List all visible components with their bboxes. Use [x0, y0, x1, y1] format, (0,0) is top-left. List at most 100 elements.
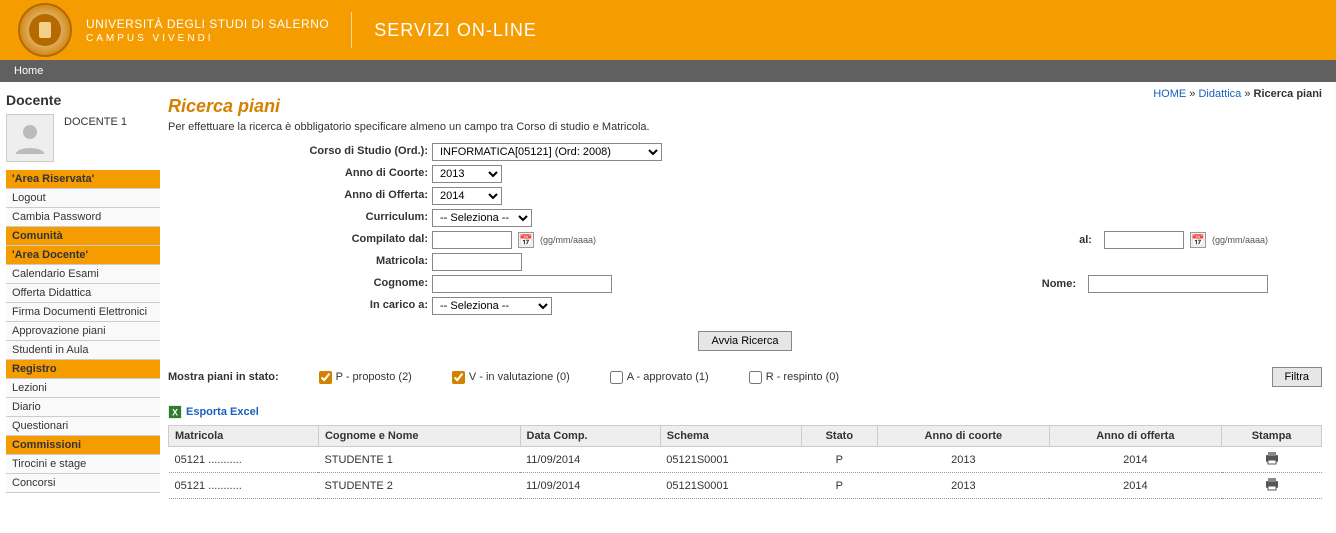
sidebar-item[interactable]: Offerta Didattica — [6, 284, 160, 303]
sidebar-item[interactable]: Calendario Esami — [6, 265, 160, 284]
cell-cognome: STUDENTE 1 — [318, 447, 520, 473]
search-form: Corso di Studio (Ord.): INFORMATICA[0512… — [168, 143, 1268, 315]
sidebar-item[interactable]: Approvazione piani — [6, 322, 160, 341]
breadcrumb-home[interactable]: HOME — [1153, 88, 1186, 100]
sidebar-user-name: DOCENTE 1 — [64, 116, 127, 128]
cell-matricola: 05121 ........... — [169, 447, 319, 473]
cell-matricola: 05121 ........... — [169, 473, 319, 499]
sidebar-section-header: 'Area Riservata' — [6, 170, 160, 189]
sidebar-item[interactable]: Lezioni — [6, 379, 160, 398]
cell-coorte: 2013 — [878, 447, 1049, 473]
checkbox-respinto[interactable] — [749, 371, 762, 384]
page-description: Per effettuare la ricerca è obbligatorio… — [168, 121, 1322, 133]
label-matricola: Matricola: — [168, 253, 428, 271]
sidebar-item[interactable]: Questionari — [6, 417, 160, 436]
th-data: Data Comp. — [520, 426, 660, 447]
sidebar-item[interactable]: Studenti in Aula — [6, 341, 160, 360]
in-carico-select[interactable]: -- Seleziona -- — [432, 297, 552, 315]
calendar-icon[interactable]: 📅 — [518, 232, 534, 248]
avvia-ricerca-button[interactable]: Avvia Ricerca — [698, 331, 791, 351]
breadcrumb-didattica[interactable]: Didattica — [1198, 88, 1241, 100]
th-offerta: Anno di offerta — [1049, 426, 1222, 447]
filter-valutazione[interactable]: V - in valutazione (0) — [452, 371, 570, 384]
matricola-input[interactable] — [432, 253, 522, 271]
curriculum-select[interactable]: -- Seleziona -- — [432, 209, 532, 227]
sidebar-item[interactable]: Diario — [6, 398, 160, 417]
label-cognome: Cognome: — [168, 275, 428, 293]
table-row: 05121 ...........STUDENTE 211/09/2014051… — [169, 473, 1322, 499]
stato-filter-row: Mostra piani in stato: P - proposto (2) … — [168, 367, 1322, 387]
sidebar-item[interactable]: Cambia Password — [6, 208, 160, 227]
breadcrumb: HOME » Didattica » Ricerca piani — [1153, 88, 1322, 100]
cell-offerta: 2014 — [1049, 473, 1222, 499]
cell-stato: P — [801, 447, 878, 473]
th-stampa: Stampa — [1222, 426, 1322, 447]
checkbox-proposto[interactable] — [319, 371, 332, 384]
filter-lead: Mostra piani in stato: — [168, 371, 279, 383]
filtra-button[interactable]: Filtra — [1272, 367, 1322, 387]
label-offerta: Anno di Offerta: — [168, 187, 428, 205]
cell-schema: 05121S0001 — [660, 473, 801, 499]
cell-data: 11/09/2014 — [520, 473, 660, 499]
label-corso: Corso di Studio (Ord.): — [168, 143, 428, 161]
cell-coorte: 2013 — [878, 473, 1049, 499]
breadcrumb-current: Ricerca piani — [1254, 88, 1322, 100]
sidebar-item[interactable]: Concorsi — [6, 474, 160, 493]
cell-offerta: 2014 — [1049, 447, 1222, 473]
cell-schema: 05121S0001 — [660, 447, 801, 473]
offerta-select[interactable]: 2014 — [432, 187, 502, 205]
results-table: Matricola Cognome e Nome Data Comp. Sche… — [168, 425, 1322, 499]
sidebar-item[interactable]: Firma Documenti Elettronici — [6, 303, 160, 322]
coorte-select[interactable]: 2013 — [432, 165, 502, 183]
main-content: HOME » Didattica » Ricerca piani Ricerca… — [160, 82, 1336, 522]
sidebar-section-header: Commissioni — [6, 436, 160, 455]
label-in-carico: In carico a: — [168, 297, 428, 315]
label-compilato-dal: Compilato dal: — [168, 231, 428, 249]
university-seal-icon — [18, 3, 72, 57]
print-icon[interactable] — [1264, 456, 1280, 468]
page-title: Ricerca piani — [168, 96, 1322, 117]
calendar-icon[interactable]: 📅 — [1190, 232, 1206, 248]
label-coorte: Anno di Coorte: — [168, 165, 428, 183]
cognome-input[interactable] — [432, 275, 612, 293]
sidebar-section-header: Registro — [6, 360, 160, 379]
label-curriculum: Curriculum: — [168, 209, 428, 227]
cell-data: 11/09/2014 — [520, 447, 660, 473]
sidebar-section-header: Comunità — [6, 227, 160, 246]
corso-select[interactable]: INFORMATICA[05121] (Ord: 2008) — [432, 143, 662, 161]
print-icon[interactable] — [1264, 482, 1280, 494]
checkbox-approvato[interactable] — [610, 371, 623, 384]
avatar-icon — [6, 114, 54, 162]
th-coorte: Anno di coorte — [878, 426, 1049, 447]
university-name: UNIVERSITÀ DEGLI STUDI DI SALERNO — [86, 17, 329, 31]
sidebar: Docente DOCENTE 1 'Area Riservata'Logout… — [0, 82, 160, 522]
filter-proposto[interactable]: P - proposto (2) — [319, 371, 412, 384]
th-schema: Schema — [660, 426, 801, 447]
checkbox-valutazione[interactable] — [452, 371, 465, 384]
th-matricola: Matricola — [169, 426, 319, 447]
esporta-excel-link[interactable]: X Esporta Excel — [168, 405, 259, 419]
cell-stato: P — [801, 473, 878, 499]
sidebar-role: Docente — [6, 92, 160, 108]
table-row: 05121 ...........STUDENTE 111/09/2014051… — [169, 447, 1322, 473]
excel-icon: X — [168, 405, 182, 419]
label-nome: Nome: — [1042, 278, 1076, 290]
sidebar-item[interactable]: Tirocini e stage — [6, 455, 160, 474]
service-title: SERVIZI ON-LINE — [374, 20, 537, 41]
header-divider — [351, 12, 352, 48]
cell-cognome: STUDENTE 2 — [318, 473, 520, 499]
compilato-dal-input[interactable] — [432, 231, 512, 249]
main-navbar: Home — [0, 60, 1336, 82]
university-subtitle: CAMPUS VIVENDI — [86, 33, 329, 44]
svg-text:X: X — [172, 408, 178, 418]
filter-respinto[interactable]: R - respinto (0) — [749, 371, 839, 384]
sidebar-section-header: 'Area Docente' — [6, 246, 160, 265]
nav-home[interactable]: Home — [6, 62, 51, 80]
sidebar-item[interactable]: Logout — [6, 189, 160, 208]
sidebar-menu: 'Area Riservata'LogoutCambia PasswordCom… — [6, 170, 160, 493]
al-input[interactable] — [1104, 231, 1184, 249]
top-banner: UNIVERSITÀ DEGLI STUDI DI SALERNO CAMPUS… — [0, 0, 1336, 60]
nome-input[interactable] — [1088, 275, 1268, 293]
label-al: al: — [1079, 234, 1092, 246]
filter-approvato[interactable]: A - approvato (1) — [610, 371, 709, 384]
